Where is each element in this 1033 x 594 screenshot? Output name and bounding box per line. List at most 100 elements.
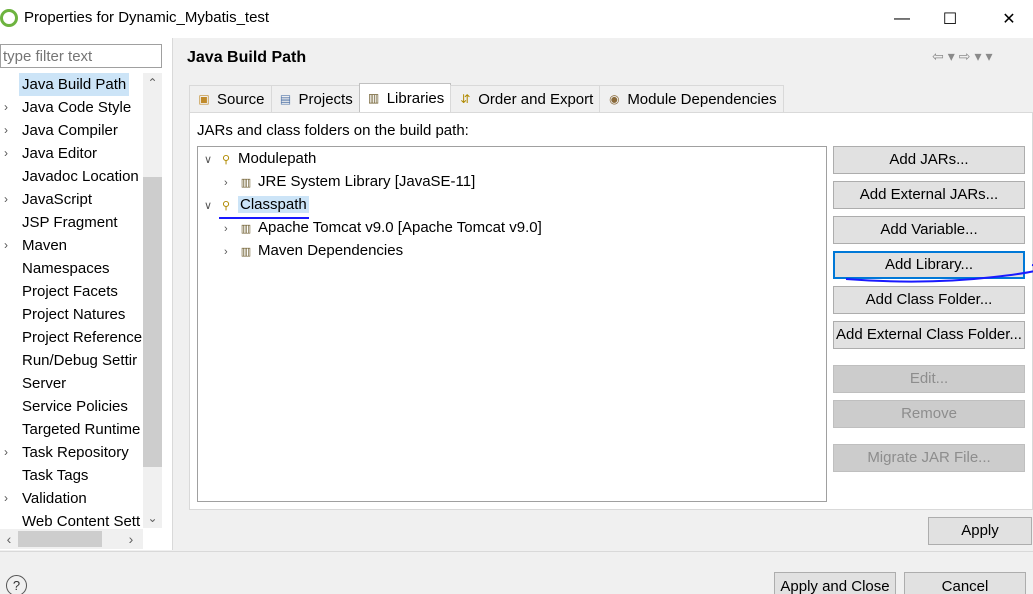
build-path-label: JARs and class folders on the build path… [197,122,469,139]
classpath-icon: ⚲ [221,200,231,212]
chevron-right-icon[interactable]: › [4,441,16,464]
tab-label: Source [217,90,265,108]
sidebar-item[interactable]: › Java Editor [0,142,143,165]
sidebar-vertical-scrollbar[interactable]: ⌃ ⌄ [143,73,162,528]
remove-button[interactable]: Remove [833,400,1025,428]
chevron-down-icon[interactable]: ∨ [204,149,218,172]
sidebar-item[interactable]: JSP Fragment [0,211,143,234]
chevron-right-icon[interactable]: › [4,119,16,142]
chevron-right-icon[interactable]: › [4,487,16,510]
back-menu-chevron-icon[interactable]: ▾ [948,48,959,64]
sidebar-item[interactable]: Task Tags [0,464,143,487]
view-menu-icon[interactable]: ▾ [986,48,997,64]
add-external-class-folder-button[interactable]: Add External Class Folder... [833,321,1025,349]
sidebar-item[interactable]: Web Content Sett [0,510,143,528]
close-button[interactable]: ✕ [986,0,1032,38]
tab-source[interactable]: ▣ Source [189,85,272,112]
apply-and-close-button[interactable]: Apply and Close [774,572,896,594]
chevron-right-icon[interactable]: › [224,172,238,195]
page-navigation: ⇦▾⇨▾▾ [932,48,997,65]
sidebar-item[interactable]: › Java Code Style [0,96,143,119]
add-variable-button[interactable]: Add Variable... [833,216,1025,244]
edit-button[interactable]: Edit... [833,365,1025,393]
window-title: Properties for Dynamic_Mybatis_test [24,9,270,26]
scroll-left-icon[interactable]: ‹ [0,529,18,549]
sidebar-item[interactable]: Run/Debug Settir [0,349,143,372]
chevron-right-icon[interactable]: › [4,142,16,165]
add-external-jars-button[interactable]: Add External JARs... [833,181,1025,209]
tab-label: Libraries [386,89,445,107]
scroll-down-icon[interactable]: ⌄ [143,508,162,528]
build-path-tree[interactable]: ∨ ⚲ Modulepath › ▥ JRE System Library [JavaS… [197,146,827,502]
chevron-right-icon[interactable]: › [4,96,16,119]
sidebar-item-label: Javadoc Location [22,168,139,185]
minimize-button[interactable]: — [879,0,925,38]
sidebar-item[interactable]: Targeted Runtime [0,418,143,441]
sidebar-item[interactable]: Service Policies [0,395,143,418]
sidebar-item[interactable]: › Validation [0,487,143,510]
source-folder-icon: ▣ [198,92,210,106]
tree-node-maven-dependencies[interactable]: › ▥ Maven Dependencies [224,239,403,262]
sidebar-item[interactable]: Javadoc Location [0,165,143,188]
cancel-button[interactable]: Cancel [904,572,1026,594]
sidebar-item-label: Java Compiler [22,122,118,139]
scrollbar-thumb[interactable] [143,177,162,467]
sidebar-item[interactable]: Project Reference [0,326,143,349]
sidebar-item-label: Java Code Style [22,99,132,116]
tab-label: Module Dependencies [627,90,777,108]
sidebar-item[interactable]: Java Build Path [0,73,143,96]
node-label: Maven Dependencies [258,242,404,259]
tab-module-dependencies[interactable]: ◉ Module Dependencies [599,85,784,112]
sidebar-item[interactable]: Namespaces [0,257,143,280]
chevron-right-icon[interactable]: › [4,234,16,257]
tree-node-jre-system-library[interactable]: › ▥ JRE System Library [JavaSE-11] [224,170,475,193]
sidebar-item[interactable]: › Java Compiler [0,119,143,142]
apply-button[interactable]: Apply [928,517,1032,545]
module-dependencies-icon: ◉ [609,92,620,106]
sidebar-item-label: Validation [22,490,87,507]
tree-node-apache-tomcat[interactable]: › ▥ Apache Tomcat v9.0 [Apache Tomcat v9.0… [224,216,542,239]
help-icon[interactable]: ? [6,575,27,594]
scroll-up-icon[interactable]: ⌃ [143,73,162,93]
annotation-scribble [845,264,1033,283]
add-class-folder-button[interactable]: Add Class Folder... [833,286,1025,314]
sidebar-item[interactable]: Server [0,372,143,395]
forward-arrow-icon[interactable]: ⇨ [959,48,975,64]
sidebar-item[interactable]: › JavaScript [0,188,143,211]
sidebar-item-label: Maven [22,237,68,254]
sidebar-item-label: Targeted Runtime [22,421,141,438]
chevron-right-icon[interactable]: › [224,218,238,241]
forward-menu-chevron-icon[interactable]: ▾ [975,48,986,64]
projects-icon: ▤ [279,92,292,106]
library-icon: ▥ [240,223,252,235]
sidebar-item[interactable]: › Maven [0,234,143,257]
page-title: Java Build Path [187,49,307,66]
sidebar-item-label: Java Build Path [19,73,130,96]
tree-node-modulepath[interactable]: ∨ ⚲ Modulepath [204,147,316,170]
scrollbar-thumb-horizontal[interactable] [18,531,102,547]
property-page-tree: Java Build Path › Java Code Style › Java Com… [0,73,143,528]
sidebar-item[interactable]: Project Facets [0,280,143,303]
node-label: Classpath [238,196,309,213]
tab-libraries[interactable]: ▥ Libraries [358,83,452,112]
maximize-button[interactable]: ☐ [927,0,973,38]
sidebar-horizontal-scrollbar[interactable]: ‹ › [0,529,143,549]
sidebar-item-label: Project Reference [22,329,143,346]
tab-order-and-export[interactable]: ⇵ Order and Export [450,85,601,112]
scroll-right-icon[interactable]: › [122,529,140,549]
tab-projects[interactable]: ▤ Projects [270,85,360,112]
filter-input[interactable] [0,44,162,68]
chevron-down-icon[interactable]: ∨ [204,195,218,218]
migrate-jar-button[interactable]: Migrate JAR File... [833,444,1025,472]
add-jars-button[interactable]: Add JARs... [833,146,1025,174]
library-icon: ▥ [240,177,252,189]
tree-node-classpath[interactable]: ∨ ⚲ Classpath [204,193,309,216]
sidebar-item-label: JSP Fragment [22,214,118,231]
chevron-right-icon[interactable]: › [224,241,238,264]
spring-app-icon [0,9,18,27]
chevron-right-icon[interactable]: › [4,188,16,211]
sidebar-item-label: Task Repository [22,444,129,461]
sidebar-item[interactable]: › Task Repository [0,441,143,464]
back-arrow-icon[interactable]: ⇦ [932,48,948,64]
sidebar-item[interactable]: Project Natures [0,303,143,326]
